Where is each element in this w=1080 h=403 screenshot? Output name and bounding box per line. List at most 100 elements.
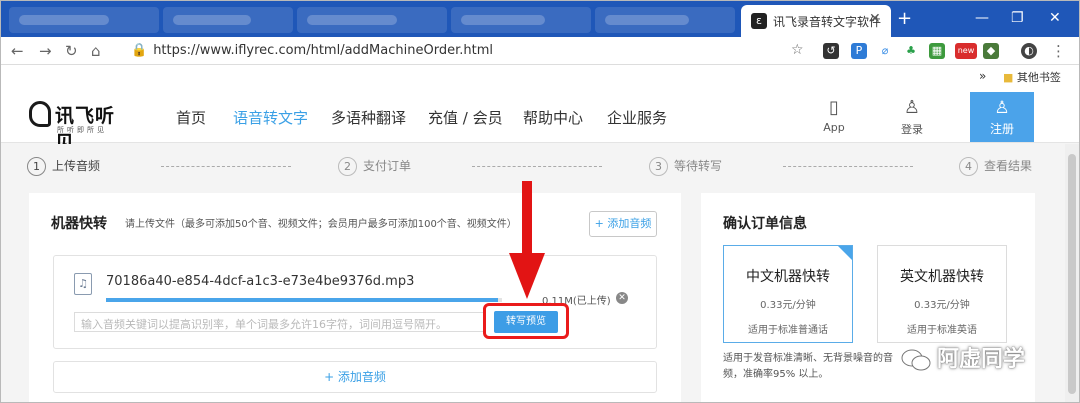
add-user-icon: ♙ <box>994 98 1010 118</box>
blurred-tab[interactable] <box>9 7 159 33</box>
nav-speech-to-text[interactable]: 语音转文字 <box>233 107 308 128</box>
wechat-icon <box>901 349 931 371</box>
scrollbar-thumb[interactable] <box>1068 154 1076 394</box>
lock-icon: 🔒 <box>131 43 148 58</box>
add-audio-button-bottom[interactable]: + 添加音频 <box>53 361 657 393</box>
url-text: https://www.iflyrec.com/html/addMachineO… <box>153 43 493 58</box>
address-bar-row: ← → ↻ ⌂ 🔒 https://www.iflyrec.com/html/ad… <box>1 37 1079 65</box>
close-window-icon[interactable]: ✕ <box>1049 10 1061 26</box>
screenshot-frame: ε 讯飞录音转文字软件 ✕ + — ❐ ✕ ← → ↻ ⌂ 🔒 https://w… <box>0 0 1080 403</box>
upload-hint: 请上传文件（最多可添加50个音、视频文件；会员用户最多可添加100个音、视频文件… <box>125 219 517 230</box>
nav-recharge-membership[interactable]: 充值 / 会员 <box>428 107 503 128</box>
option-desc: 适用于标准英语 <box>907 325 977 336</box>
remove-file-icon[interactable]: ✕ <box>616 292 628 304</box>
step-label: 查看结果 <box>984 159 1033 173</box>
step-number: 1 <box>27 157 46 176</box>
upload-title: 机器快转 <box>51 216 107 232</box>
option-note: 适用于发音标准清晰、无背景噪音的音频，准确率95% 以上。 <box>723 353 893 380</box>
blurred-tab[interactable] <box>163 7 293 33</box>
blurred-tab[interactable] <box>451 7 591 33</box>
browser-menu-icon[interactable]: ⋮ <box>1051 42 1066 60</box>
order-title: 确认订单信息 <box>723 216 807 232</box>
login-link[interactable]: ♙ 登录 <box>890 97 934 137</box>
selected-corner-icon <box>838 246 852 260</box>
keyword-input[interactable]: 输入音频关键词以提高识别率，单个词最多允许16字符，词间用逗号隔开。 <box>74 312 486 332</box>
evernote-icon[interactable]: ♣ <box>903 43 919 59</box>
new-badge-icon[interactable]: new <box>955 43 977 59</box>
step-label: 支付订单 <box>363 159 412 173</box>
step-number: 4 <box>959 157 978 176</box>
red-arrow-annotation <box>509 181 545 299</box>
add-audio-button-top[interactable]: + 添加音频 <box>589 211 657 237</box>
profile-avatar[interactable]: ◐ <box>1021 43 1037 59</box>
option-name: 英文机器快转 <box>900 269 984 285</box>
nav-translation[interactable]: 多语种翻译 <box>331 107 406 128</box>
bookmarks-overflow-icon[interactable]: » <box>979 69 986 83</box>
extension-grid-icon[interactable]: ▦ <box>929 43 945 59</box>
minimize-icon[interactable]: — <box>975 10 989 26</box>
upload-panel: 机器快转 请上传文件（最多可添加50个音、视频文件；会员用户最多可添加100个音… <box>29 193 681 402</box>
page-scrollbar[interactable] <box>1065 144 1079 402</box>
blurred-tab[interactable] <box>595 7 735 33</box>
bookmarks-bar: » ■ 其他书签 <box>1 65 1079 89</box>
step-number: 3 <box>649 157 668 176</box>
other-bookmarks[interactable]: ■ 其他书签 <box>1003 69 1061 85</box>
register-button[interactable]: ♙ 注册 <box>970 92 1034 142</box>
site-favicon-icon: ε <box>751 13 767 29</box>
option-desc: 适用于标准普通话 <box>748 325 828 336</box>
folder-icon: ■ <box>1003 71 1014 84</box>
new-tab-icon[interactable]: + <box>897 8 912 29</box>
watermark: 阿虚同学 <box>901 341 1025 373</box>
watermark-text: 阿虚同学 <box>937 347 1026 372</box>
other-bookmarks-label: 其他书签 <box>1016 71 1061 84</box>
option-chinese-machine[interactable]: 中文机器快转 0.33元/分钟 适用于标准普通话 <box>723 245 853 343</box>
option-english-machine[interactable]: 英文机器快转 0.33元/分钟 适用于标准英语 <box>877 245 1007 343</box>
reload-icon[interactable]: ↻ <box>65 42 78 60</box>
option-price: 0.33元/分钟 <box>760 300 816 311</box>
highlight-box-annotation <box>483 303 569 339</box>
logo-mark-icon <box>29 101 51 127</box>
step-upload: 1 上传音频 <box>27 157 100 176</box>
nav-enterprise[interactable]: 企业服务 <box>607 107 667 128</box>
step-label: 上传音频 <box>52 159 101 173</box>
step-divider <box>472 166 602 167</box>
nav-help-center[interactable]: 帮助中心 <box>523 107 583 128</box>
close-tab-icon[interactable]: ✕ <box>869 11 881 27</box>
step-wait: 3 等待转写 <box>649 157 722 176</box>
option-name: 中文机器快转 <box>746 269 830 285</box>
step-number: 2 <box>338 157 357 176</box>
file-name: 70186a40-e854-4dcf-a1c3-e73e4be9376d.mp3 <box>106 274 415 289</box>
step-result: 4 查看结果 <box>959 157 1032 176</box>
step-pay: 2 支付订单 <box>338 157 411 176</box>
active-tab-title: 讯飞录音转文字软件 <box>773 15 882 29</box>
extension-ball-icon[interactable]: ◆ <box>983 43 999 59</box>
step-label: 等待转写 <box>674 159 723 173</box>
bookmark-star-icon[interactable]: ☆ <box>791 42 804 58</box>
app-label: App <box>823 121 845 134</box>
extension-leaf-icon[interactable]: ⌀ <box>877 43 893 59</box>
restore-icon[interactable]: ❐ <box>1011 10 1024 26</box>
option-price: 0.33元/分钟 <box>914 300 970 311</box>
upload-progress-fill <box>106 298 499 302</box>
home-icon[interactable]: ⌂ <box>91 42 101 60</box>
url-field[interactable]: 🔒 https://www.iflyrec.com/html/addMachine… <box>131 43 493 58</box>
logo-tagline: 所听即所见 <box>57 126 107 134</box>
extension-p-icon[interactable]: P <box>851 43 867 59</box>
back-icon[interactable]: ← <box>11 42 24 60</box>
extension-icon[interactable]: ↺ <box>823 43 839 59</box>
phone-icon: ▯ <box>829 97 839 118</box>
step-divider <box>783 166 913 167</box>
audio-file-icon: ♫ <box>74 273 92 295</box>
app-link[interactable]: ▯ App <box>812 97 856 134</box>
upload-progress-bar <box>106 298 502 302</box>
register-label: 注册 <box>989 122 1014 136</box>
site-header: 讯飞听见 所听即所见 首页 语音转文字 多语种翻译 充值 / 会员 帮助中心 企… <box>1 89 1079 154</box>
blurred-tab[interactable] <box>297 7 447 33</box>
browser-tab-bar: ε 讯飞录音转文字软件 ✕ + — ❐ ✕ <box>1 1 1079 37</box>
forward-icon[interactable]: → <box>39 42 52 60</box>
active-tab[interactable]: ε 讯飞录音转文字软件 ✕ <box>741 5 891 37</box>
nav-home[interactable]: 首页 <box>176 107 206 128</box>
user-icon: ♙ <box>903 97 921 118</box>
site-logo[interactable]: 讯飞听见 所听即所见 <box>29 99 129 154</box>
login-label: 登录 <box>901 123 923 136</box>
